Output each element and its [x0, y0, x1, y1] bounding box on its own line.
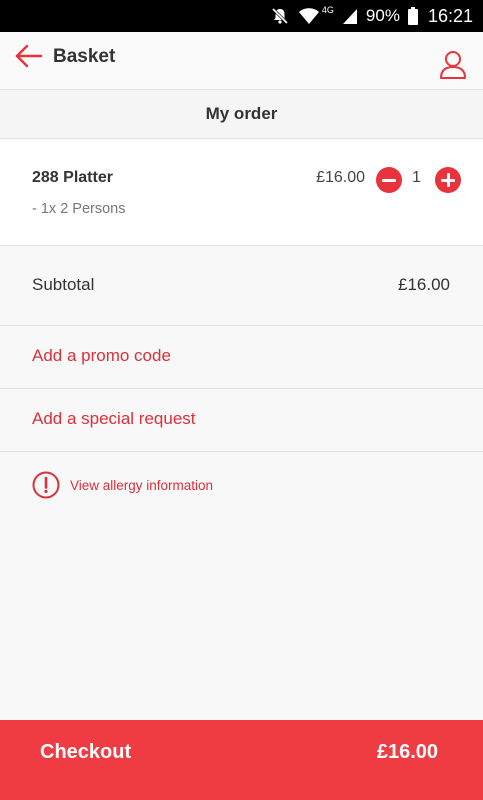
battery-percent: 90%	[365, 6, 400, 25]
status-icons: 4G 90% 16:21	[270, 0, 473, 32]
checkout-label: Checkout	[40, 741, 132, 763]
item-price: £16.00	[316, 169, 365, 186]
item-quantity: 1	[412, 169, 421, 186]
increase-quantity-button[interactable]	[435, 167, 461, 193]
my-order-heading: My order	[0, 91, 483, 139]
add-promo-code-row[interactable]: Add a promo code	[0, 326, 483, 389]
subtotal-value: £16.00	[398, 275, 450, 294]
item-option: - 1x 2 Persons	[32, 201, 126, 217]
status-bar: 4G 90% 16:21	[0, 0, 483, 32]
alert-circle-icon	[32, 471, 60, 499]
clock: 16:21	[427, 5, 473, 26]
mute-icon	[270, 6, 290, 26]
subtotal-label: Subtotal	[32, 275, 95, 294]
add-promo-code-link[interactable]: Add a promo code	[32, 346, 171, 366]
profile-icon[interactable]	[439, 50, 467, 80]
checkout-total: £16.00	[376, 741, 438, 763]
allergy-info-link[interactable]: View allergy information	[32, 470, 213, 500]
page-title: Basket	[53, 46, 116, 67]
add-special-request-row[interactable]: Add a special request	[0, 389, 483, 452]
back-arrow-icon[interactable]	[14, 44, 44, 70]
item-name: 288 Platter	[32, 169, 113, 186]
basket-item: 288 Platter - 1x 2 Persons £16.00 1	[0, 140, 483, 246]
minus-icon	[382, 178, 396, 182]
allergy-info-label: View allergy information	[70, 477, 214, 493]
wifi-icon	[298, 7, 320, 25]
battery-icon	[407, 7, 418, 25]
signal-icon	[342, 7, 358, 25]
checkout-button[interactable]: Checkout £16.00	[0, 720, 483, 800]
network-type: 4G	[321, 5, 334, 15]
decrease-quantity-button[interactable]	[376, 167, 402, 193]
add-special-request-link[interactable]: Add a special request	[32, 409, 196, 429]
subtotal-row: Subtotal £16.00	[0, 247, 483, 326]
app-bar: Basket	[0, 32, 483, 90]
